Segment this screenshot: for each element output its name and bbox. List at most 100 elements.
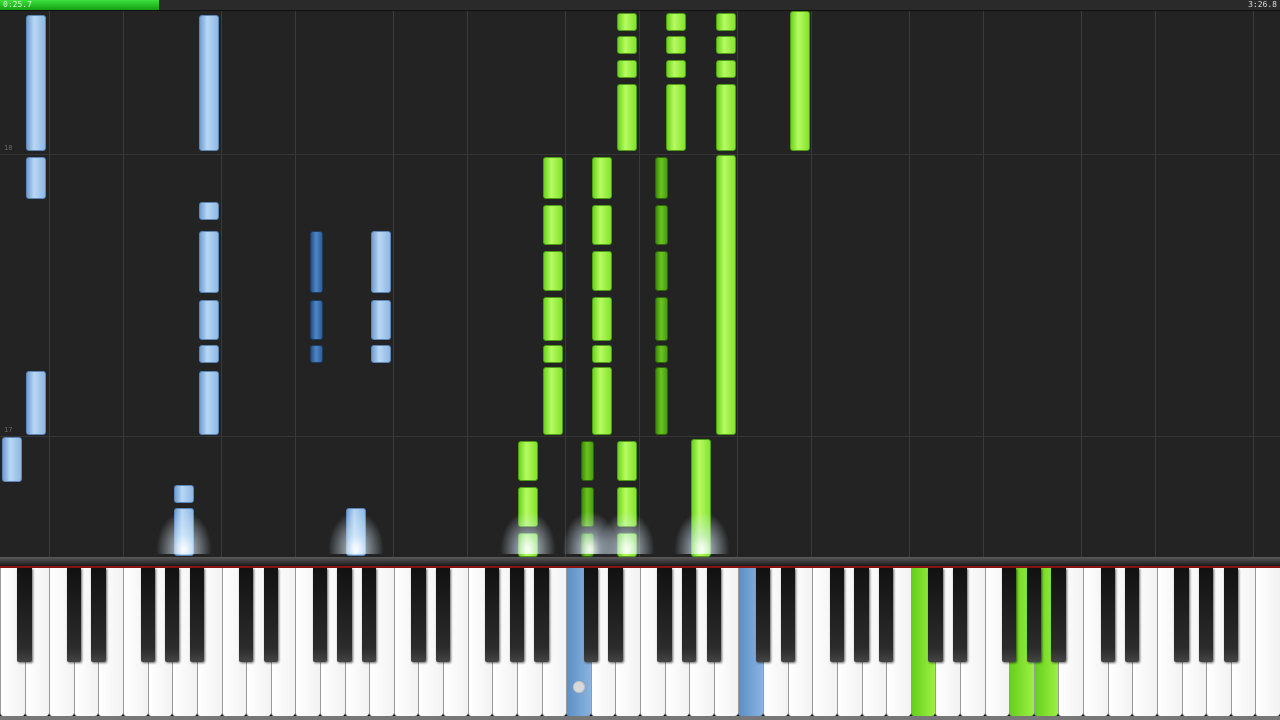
black-key[interactable] xyxy=(263,568,278,662)
octave-grid-line xyxy=(123,11,124,557)
key-hit-sparkle xyxy=(672,508,732,554)
right-hand-note xyxy=(716,13,736,31)
right-hand-note xyxy=(592,205,612,245)
right-hand-note xyxy=(26,15,46,151)
total-time: 3:26.8 xyxy=(1248,0,1277,9)
right-hand-note xyxy=(543,297,563,341)
key-hit-sparkle xyxy=(154,508,214,554)
note-roll: 18 17 xyxy=(0,11,1280,557)
right-hand-note xyxy=(716,36,736,54)
right-hand-note xyxy=(716,60,736,78)
key-hit-sparkle xyxy=(498,508,558,554)
piano-keyboard[interactable] xyxy=(0,568,1280,720)
black-key[interactable] xyxy=(140,568,155,662)
black-key[interactable] xyxy=(657,568,672,662)
octave-grid-line xyxy=(1081,11,1082,557)
right-hand-note xyxy=(592,251,612,291)
black-key[interactable] xyxy=(1125,568,1140,662)
black-key[interactable] xyxy=(952,568,968,662)
black-key[interactable] xyxy=(411,568,426,662)
left-hand-note xyxy=(655,157,668,199)
right-hand-note xyxy=(617,60,637,78)
black-key[interactable] xyxy=(509,568,525,662)
black-key[interactable] xyxy=(239,568,254,662)
black-key[interactable] xyxy=(755,568,771,662)
octave-grid-line xyxy=(811,11,812,557)
black-key[interactable] xyxy=(189,568,205,662)
octave-grid-line xyxy=(49,11,50,557)
right-hand-note xyxy=(371,345,391,363)
left-hand-note xyxy=(655,367,668,435)
black-key[interactable] xyxy=(1223,568,1238,662)
black-key[interactable] xyxy=(879,568,894,662)
left-hand-note xyxy=(310,231,323,293)
octave-grid-line xyxy=(737,11,738,557)
black-key[interactable] xyxy=(1026,568,1041,662)
black-key[interactable] xyxy=(1199,568,1214,662)
black-key[interactable] xyxy=(165,568,180,662)
black-key[interactable] xyxy=(608,568,623,662)
octave-grid-line xyxy=(393,11,394,557)
black-key[interactable] xyxy=(485,568,500,662)
key-hit-sparkle xyxy=(597,508,657,554)
black-key[interactable] xyxy=(1100,568,1115,662)
black-key[interactable] xyxy=(17,568,32,662)
measure-number: 18 xyxy=(4,144,13,152)
black-key[interactable] xyxy=(91,568,106,662)
black-key[interactable] xyxy=(928,568,943,662)
right-hand-note xyxy=(666,60,686,78)
black-key[interactable] xyxy=(66,568,81,662)
left-hand-note xyxy=(655,345,668,363)
right-hand-note xyxy=(617,84,637,151)
black-key[interactable] xyxy=(829,568,845,662)
right-hand-note xyxy=(592,157,612,199)
right-hand-note xyxy=(199,15,219,151)
right-hand-note xyxy=(543,157,563,199)
measure-line xyxy=(0,436,1280,437)
keyboard-rail xyxy=(0,557,1280,568)
right-hand-note xyxy=(199,371,219,435)
right-hand-note xyxy=(543,367,563,435)
right-hand-note xyxy=(26,371,46,435)
black-key[interactable] xyxy=(706,568,721,662)
black-key[interactable] xyxy=(337,568,352,662)
right-hand-note xyxy=(199,345,219,363)
elapsed-time: 0:25.7 xyxy=(3,0,32,9)
black-key[interactable] xyxy=(1051,568,1066,662)
left-hand-note xyxy=(655,205,668,245)
black-key[interactable] xyxy=(312,568,328,662)
left-hand-note xyxy=(655,297,668,341)
left-hand-note xyxy=(310,345,323,363)
octave-grid-line xyxy=(983,11,984,557)
right-hand-note xyxy=(543,205,563,245)
white-key[interactable] xyxy=(1255,568,1280,716)
right-hand-note xyxy=(666,36,686,54)
black-key[interactable] xyxy=(583,568,598,662)
octave-grid-line xyxy=(909,11,910,557)
right-hand-note xyxy=(2,437,22,482)
right-hand-note xyxy=(716,84,736,151)
right-hand-note xyxy=(199,202,219,220)
octave-grid-line xyxy=(639,11,640,557)
black-key[interactable] xyxy=(682,568,697,662)
right-hand-note xyxy=(617,13,637,31)
synthesia-player: 0:25.7 3:26.8 18 17 xyxy=(0,0,1280,720)
black-key[interactable] xyxy=(435,568,451,662)
song-progress-bar[interactable]: 0:25.7 3:26.8 xyxy=(0,0,1280,11)
right-hand-note xyxy=(543,251,563,291)
black-key[interactable] xyxy=(362,568,377,662)
left-hand-note xyxy=(655,251,668,291)
octave-grid-line xyxy=(1253,11,1254,557)
black-key[interactable] xyxy=(534,568,549,662)
right-hand-note xyxy=(666,13,686,31)
right-hand-note xyxy=(371,300,391,340)
black-key[interactable] xyxy=(1002,568,1017,662)
right-hand-note xyxy=(371,231,391,293)
black-key[interactable] xyxy=(854,568,869,662)
octave-grid-line xyxy=(467,11,468,557)
black-key[interactable] xyxy=(1174,568,1189,662)
right-hand-note xyxy=(592,345,612,363)
left-hand-note xyxy=(310,300,323,340)
right-hand-note xyxy=(518,441,538,481)
black-key[interactable] xyxy=(780,568,795,662)
